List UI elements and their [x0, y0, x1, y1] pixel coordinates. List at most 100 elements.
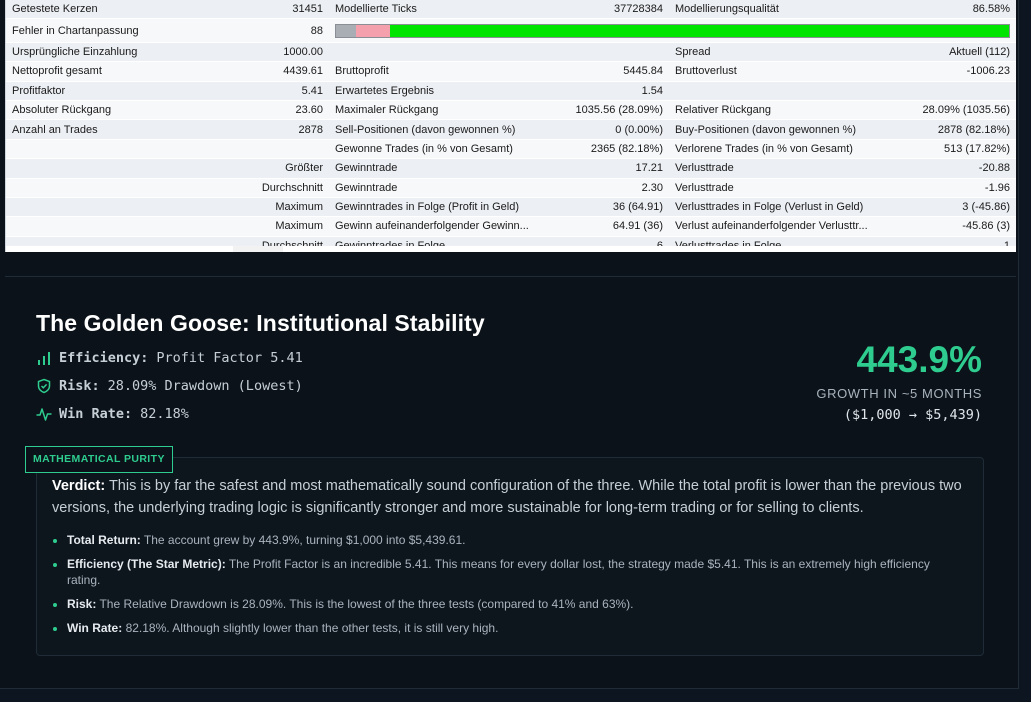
row-label: Absoluter Rückgang — [6, 100, 206, 121]
table-row: Profitfaktor 5.41 Erwartetes Ergebnis 1.54 — [6, 81, 1016, 101]
row-value: -45.86 (3) — [909, 216, 1016, 237]
row-value: 37728384 — [557, 0, 669, 20]
growth-summary: 443.9% GROWTH IN ~5 MONTHS ($1,000 → $5,… — [816, 340, 982, 424]
row-label: Gewonne Trades (in % von Gesamt) — [329, 139, 557, 160]
table-row: Durchschnitt Gewinntrade 2.30 Verlusttrade -… — [6, 178, 1016, 198]
table-row: Gewonne Trades (in % von Gesamt) 2365 (82… — [6, 139, 1016, 160]
activity-icon — [36, 406, 52, 422]
row-label: Verlust aufeinanderfolgender Verlusttr..… — [669, 216, 909, 237]
row-label: Anzahl an Trades — [6, 119, 206, 140]
row-value: 4439.61 — [206, 61, 329, 82]
row-label: Sell-Positionen (davon gewonnen %) — [329, 119, 557, 140]
metric-key: Win Rate: — [59, 406, 133, 422]
bullet-label: Efficiency (The Star Metric): — [67, 557, 226, 571]
row-value: 1000.00 — [206, 42, 329, 63]
row-label: Spread — [669, 42, 909, 63]
row-label: Erwartetes Ergebnis — [329, 81, 557, 101]
row-label: Gewinntrades in Folge (Profit in Geld) — [329, 197, 557, 218]
list-item: Win Rate: 82.18%. Although slightly lowe… — [52, 621, 952, 637]
quality-bar-mid-segment — [356, 24, 390, 37]
row-label: Gewinn aufeinanderfolgender Gewinn... — [329, 216, 557, 237]
row-value: 1035.56 (28.09%) — [557, 100, 669, 121]
row-label: Bruttoprofit — [329, 61, 557, 82]
section-separator — [5, 252, 1016, 277]
metric-key: Efficiency: — [59, 350, 149, 366]
report-grid: Getestete Kerzen 31451 Modellierte Ticks 37… — [6, 0, 1016, 257]
table-row: Maximum Gewinntrades in Folge (Profit in … — [6, 197, 1016, 218]
table-row: Fehler in Chartanpassung 88 — [6, 18, 1016, 43]
row-label: Profitfaktor — [6, 81, 206, 101]
row-label — [6, 197, 206, 218]
row-value: 1.54 — [557, 81, 669, 101]
metric-value: 28.09% Drawdown (Lowest) — [107, 378, 303, 394]
summary-title: The Golden Goose: Institutional Stabilit… — [36, 310, 485, 336]
row-label: Getestete Kerzen — [6, 0, 206, 20]
window-bottom-edge — [0, 688, 1019, 702]
bullet-text: The Relative Drawdown is 28.09%. This is… — [96, 596, 634, 611]
row-value: 86.58% — [909, 0, 1016, 20]
quality-bar-low-segment — [336, 24, 356, 37]
row-value: Durchschnitt — [206, 178, 329, 198]
row-label: Nettoprofit gesamt — [6, 61, 206, 82]
verdict-paragraph: Verdict: This is by far the safest and m… — [52, 475, 972, 519]
row-value: 36 (64.91) — [557, 197, 669, 218]
row-value — [206, 139, 329, 160]
row-value: 31451 — [206, 0, 329, 20]
row-label: Gewinntrade — [329, 158, 557, 179]
metric-value: 82.18% — [140, 406, 189, 422]
row-label: Buy-Positionen (davon gewonnen %) — [669, 119, 909, 140]
row-value: 2365 (82.18%) — [557, 139, 669, 160]
table-row: Größter Gewinntrade 17.21 Verlusttrade -20.8… — [6, 158, 1016, 179]
table-row: Maximum Gewinn aufeinanderfolgender Gewin… — [6, 216, 1016, 237]
backtest-report-table: Getestete Kerzen 31451 Modellierte Ticks 37… — [5, 0, 1016, 257]
metric-value: Profit Factor 5.41 — [156, 350, 303, 366]
verdict-bullet-list: Total Return: The account grew by 443.9%… — [52, 533, 952, 645]
row-value: 5.41 — [206, 81, 329, 101]
row-value: -1006.23 — [909, 61, 1016, 82]
list-item: Risk: The Relative Drawdown is 28.09%. T… — [52, 597, 952, 613]
row-label: Maximaler Rückgang — [329, 100, 557, 121]
window-right-edge — [1018, 0, 1031, 701]
row-value: 0 (0.00%) — [557, 119, 669, 140]
metric-key: Risk: — [59, 378, 100, 394]
bar-chart-icon — [36, 350, 52, 366]
row-label: Relativer Rückgang — [669, 100, 909, 121]
row-value: 513 (17.82%) — [909, 139, 1016, 160]
bullet-label: Risk: — [67, 596, 97, 611]
row-label: Modellierte Ticks — [329, 0, 557, 20]
row-label — [329, 42, 557, 63]
growth-range: ($1,000 → $5,439) — [843, 407, 982, 423]
mathematical-purity-badge: MATHEMATICAL PURITY — [25, 446, 173, 473]
row-value: 3 (-45.86) — [909, 197, 1016, 218]
row-label — [6, 178, 206, 198]
table-row: Absoluter Rückgang 23.60 Maximaler Rückgan… — [6, 100, 1016, 121]
growth-label: GROWTH IN ~5 MONTHS — [816, 386, 982, 401]
row-value: -1.96 — [909, 178, 1016, 198]
bullet-text: The account grew by 443.9%, turning $1,0… — [140, 533, 466, 547]
metric-risk: Risk: 28.09% Drawdown (Lowest) — [36, 378, 303, 394]
row-value: 64.91 (36) — [557, 216, 669, 237]
row-value: 28.09% (1035.56) — [909, 100, 1016, 121]
bullet-label: Total Return: — [67, 533, 141, 547]
row-value: 2878 (82.18%) — [909, 119, 1016, 140]
verdict-text: This is by far the safest and most mathe… — [52, 478, 962, 516]
row-label: Verlusttrades in Folge (Verlust in Geld) — [669, 197, 909, 218]
row-label — [6, 158, 206, 179]
list-item: Total Return: The account grew by 443.9%… — [52, 533, 952, 549]
verdict-label: Verdict: — [52, 478, 106, 494]
row-value: 88 — [206, 18, 329, 43]
bullet-label: Win Rate: — [67, 620, 123, 635]
row-value: Aktuell (112) — [909, 42, 1016, 63]
row-label — [6, 216, 206, 237]
shield-check-icon — [36, 378, 52, 394]
bullet-text: 82.18%. Although slightly lower than the… — [122, 620, 499, 635]
row-value: 23.60 — [206, 100, 329, 121]
row-value: Größter — [206, 158, 329, 179]
row-value: 17.21 — [557, 158, 669, 179]
row-label: Ursprüngliche Einzahlung — [6, 42, 206, 63]
row-label: Gewinntrade — [329, 178, 557, 198]
table-row: Getestete Kerzen 31451 Modellierte Ticks 37… — [6, 0, 1016, 20]
table-row: Ursprüngliche Einzahlung 1000.00 Spread Akt… — [6, 42, 1016, 63]
table-row: Anzahl an Trades 2878 Sell-Positionen (dav… — [6, 119, 1016, 140]
modeling-quality-bar-cell — [329, 18, 1016, 43]
